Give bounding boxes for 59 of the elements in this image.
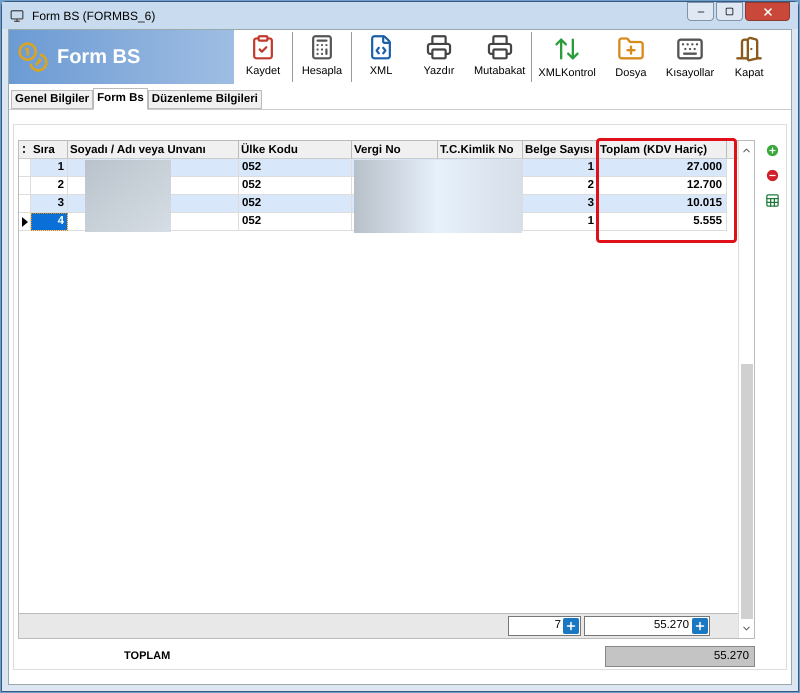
door-icon — [735, 34, 764, 62]
column-header[interactable]: T.C.Kimlik No — [438, 141, 523, 158]
add-icon[interactable] — [765, 143, 780, 158]
spreadsheet-icon[interactable] — [765, 193, 780, 208]
toolbar-button[interactable]: Kaydet — [234, 34, 292, 80]
plus-icon[interactable] — [692, 618, 708, 634]
scroll-thumb[interactable] — [740, 364, 752, 619]
summary-label: TOPLAM — [124, 649, 172, 664]
toolbar-button[interactable]: Mutabakat — [468, 34, 532, 80]
grid-handle-icon — [23, 146, 27, 153]
toolbar-button[interactable]: XML — [352, 34, 410, 80]
table-cell: 2 — [523, 177, 598, 195]
table-cell: 1 — [523, 159, 598, 177]
toolbar-button[interactable]: Kısayollar — [660, 32, 720, 82]
table-cell: 052 — [239, 213, 352, 231]
form-title: Form BS — [57, 45, 140, 70]
maximize-icon — [725, 7, 734, 16]
printer-icon — [425, 34, 453, 60]
toolbar-button[interactable]: Hesapla — [293, 34, 351, 80]
table-cell: 12.700 — [598, 177, 727, 195]
folder-plus-icon — [616, 34, 645, 62]
table-cell: 2 — [31, 177, 68, 195]
table-cell: 27.000 — [598, 159, 727, 177]
table-cell: 052 — [239, 159, 352, 177]
total-field[interactable]: 55.270 — [584, 616, 710, 636]
close-icon — [762, 6, 774, 18]
table-cell: 1 — [523, 213, 598, 231]
table-cell: 5.555 — [598, 213, 727, 231]
close-button[interactable] — [745, 2, 790, 21]
table-cell: 3 — [523, 195, 598, 213]
column-header[interactable]: Toplam (KDV Hariç) — [598, 141, 727, 158]
column-header[interactable]: Ülke Kodu — [239, 141, 352, 158]
toolbar-button[interactable]: Yazdır — [410, 34, 468, 80]
plus-icon[interactable] — [563, 618, 579, 634]
toolbar-button[interactable]: XMLKontrol — [532, 32, 602, 82]
table-cell: 052 — [239, 195, 352, 213]
summary-total-field: 55.270 — [605, 646, 755, 667]
coins-icon — [17, 41, 49, 73]
column-header[interactable]: Vergi No — [352, 141, 438, 158]
toolbar-button[interactable]: Kapat — [720, 32, 778, 82]
table-cell: 3 — [31, 195, 68, 213]
window-title: Form BS (FORMBS_6) — [32, 8, 156, 24]
scrollbar[interactable] — [738, 141, 754, 638]
table-cell: 1 — [31, 159, 68, 177]
toolbar-button[interactable]: Dosya — [602, 32, 660, 82]
maximize-button[interactable] — [716, 2, 743, 21]
remove-icon[interactable] — [765, 168, 780, 183]
app-icon — [10, 8, 24, 22]
table-cell: 10.015 — [598, 195, 727, 213]
tab[interactable]: Düzenleme Bilgileri — [148, 90, 262, 109]
column-header[interactable]: Belge Sayısı — [523, 141, 598, 158]
printer-icon — [486, 34, 514, 60]
tab[interactable]: Form Bs — [93, 88, 148, 110]
tab[interactable]: Genel Bilgiler — [11, 90, 94, 109]
table-cell: 4 — [31, 213, 68, 231]
table-cell: 052 — [239, 177, 352, 195]
column-header[interactable]: Sıra — [31, 141, 68, 158]
column-header[interactable]: Soyadı / Adı veya Unvanı — [68, 141, 239, 158]
total-field[interactable]: 7 — [508, 616, 581, 636]
